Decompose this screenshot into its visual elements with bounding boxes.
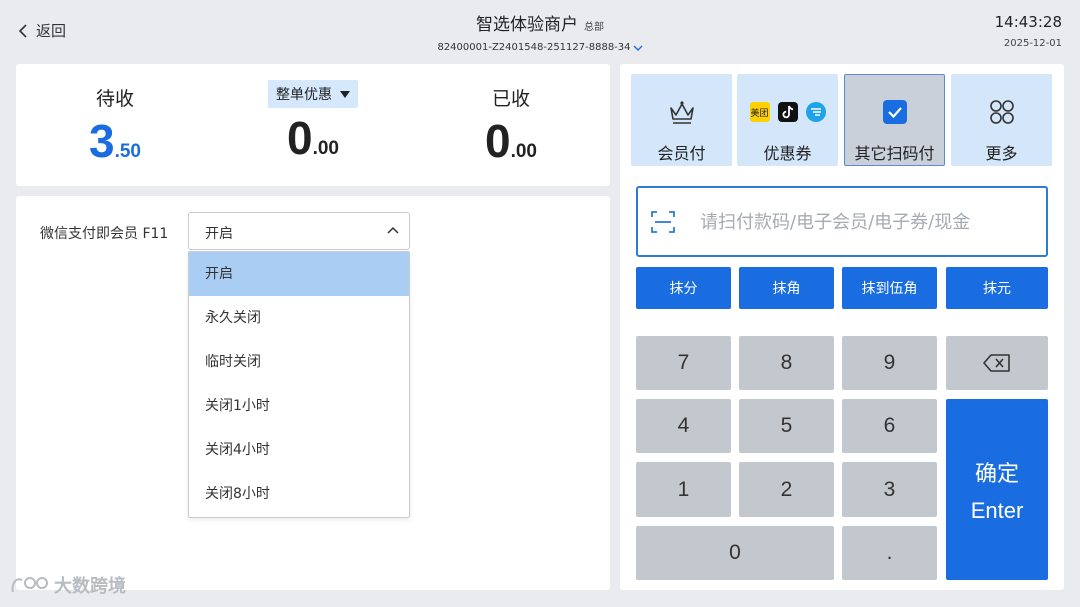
watermark-logo-icon (11, 577, 48, 593)
key-0[interactable]: 0 (636, 526, 834, 580)
discount-amount-block: 整单优惠 0.00 (214, 64, 412, 186)
douyin-icon (777, 102, 798, 122)
key-2[interactable]: 2 (739, 462, 834, 517)
received-amount-dec: .00 (510, 141, 537, 162)
checkbox-icon (882, 100, 907, 124)
other-scan-pay-button[interactable]: 其它扫码付 (844, 74, 945, 166)
backspace-key[interactable] (946, 336, 1048, 390)
coupon-label: 优惠券 (763, 144, 812, 163)
clock-time: 14:43:28 (994, 13, 1062, 31)
round-fen-button[interactable]: 抹分 (636, 267, 731, 309)
confirm-enter-button[interactable]: 确定 Enter (946, 399, 1048, 580)
chevron-down-icon (633, 45, 643, 51)
clock: 14:43:28 2025-12-01 (995, 13, 1062, 49)
grid-icon (989, 100, 1014, 124)
key-7[interactable]: 7 (636, 336, 731, 390)
payment-panel: 会员付 美团 优惠券 其它扫码付 更多 请扫付款码/电子会员/电子券/现金 抹分… (620, 64, 1064, 590)
pending-amount-int: 3 (88, 115, 115, 167)
pending-amount: 3.50 (16, 118, 214, 166)
other-scan-pay-label: 其它扫码付 (854, 144, 935, 163)
scan-input-box[interactable] (636, 186, 1048, 257)
settings-panel: 微信支付即会员 F11 开启 开启 永久关闭 临时关闭 关闭1小时 关闭4小时 … (16, 196, 610, 590)
member-pay-button[interactable]: 会员付 (631, 74, 732, 166)
dropdown-option[interactable]: 开启 (189, 252, 409, 296)
merchant-code: 82400001-Z2401548-251127-8888-34 (437, 42, 631, 53)
pending-amount-block: 待收 3.50 (16, 64, 214, 186)
chevron-up-icon (387, 226, 399, 234)
member-pay-label: 会员付 (657, 144, 706, 163)
key-3[interactable]: 3 (842, 462, 937, 517)
discount-label: 整单优惠 (276, 87, 332, 103)
merchant-code-selector[interactable]: 82400001-Z2401548-251127-8888-34 (437, 42, 643, 53)
coupon-button[interactable]: 美团 优惠券 (737, 74, 838, 166)
merchant-info: 智选体验商户 总部 82400001-Z2401548-251127-8888-3… (0, 10, 1080, 54)
pending-label: 待收 (95, 88, 134, 110)
meituan-icon: 美团 (749, 102, 770, 122)
watermark: 大数跨境 (10, 572, 126, 598)
key-4[interactable]: 4 (636, 399, 731, 453)
header: 返回 智选体验商户 总部 82400001-Z2401548-251127-888… (0, 0, 1080, 62)
enter-label-cn: 确定 (974, 461, 1019, 487)
watermark-text: 大数跨境 (54, 576, 126, 597)
pending-amount-dec: .50 (114, 141, 141, 162)
scan-input[interactable] (700, 206, 1030, 238)
round-half-yuan-button[interactable]: 抹到伍角 (842, 267, 937, 309)
dropdown-option[interactable]: 关闭1小时 (189, 384, 409, 428)
wx-member-label: 微信支付即会员 F11 (40, 226, 169, 242)
key-6[interactable]: 6 (842, 399, 937, 453)
dropdown-option[interactable]: 临时关闭 (189, 340, 409, 384)
merchant-name: 智选体验商户 (476, 15, 578, 35)
dropdown-option[interactable]: 关闭8小时 (189, 472, 409, 516)
discount-amount: 0.00 (214, 115, 412, 163)
received-amount: 0.00 (412, 118, 610, 166)
received-amount-block: 已收 0.00 (412, 64, 610, 186)
coupon-platform-icon (805, 102, 826, 122)
caret-down-icon (340, 90, 350, 98)
discount-amount-int: 0 (286, 112, 313, 164)
discount-dropdown-button[interactable]: 整单优惠 (268, 80, 358, 108)
more-label: 更多 (985, 144, 1018, 163)
key-9[interactable]: 9 (842, 336, 937, 390)
received-label: 已收 (491, 88, 530, 110)
wx-member-select[interactable]: 开启 (188, 212, 410, 250)
wx-member-dropdown: 开启 永久关闭 临时关闭 关闭1小时 关闭4小时 关闭8小时 (188, 251, 410, 518)
merchant-tag: 总部 (584, 22, 604, 33)
crown-icon (669, 101, 694, 124)
key-dot[interactable]: . (842, 526, 937, 580)
enter-label-en: Enter (970, 497, 1024, 523)
dropdown-option[interactable]: 关闭4小时 (189, 428, 409, 472)
clock-date: 2025-12-01 (1003, 38, 1062, 49)
key-5[interactable]: 5 (739, 399, 834, 453)
received-amount-int: 0 (484, 115, 511, 167)
backspace-icon (983, 354, 1010, 372)
round-yuan-button[interactable]: 抹元 (946, 267, 1048, 309)
select-value: 开启 (205, 226, 233, 242)
more-button[interactable]: 更多 (951, 74, 1052, 166)
discount-amount-dec: .00 (312, 138, 339, 159)
key-1[interactable]: 1 (636, 462, 731, 517)
scan-icon (651, 211, 675, 233)
amount-summary: 待收 3.50 整单优惠 0.00 已收 0.00 (16, 64, 610, 186)
dropdown-option[interactable]: 永久关闭 (189, 296, 409, 340)
key-8[interactable]: 8 (739, 336, 834, 390)
round-jiao-button[interactable]: 抹角 (739, 267, 834, 309)
